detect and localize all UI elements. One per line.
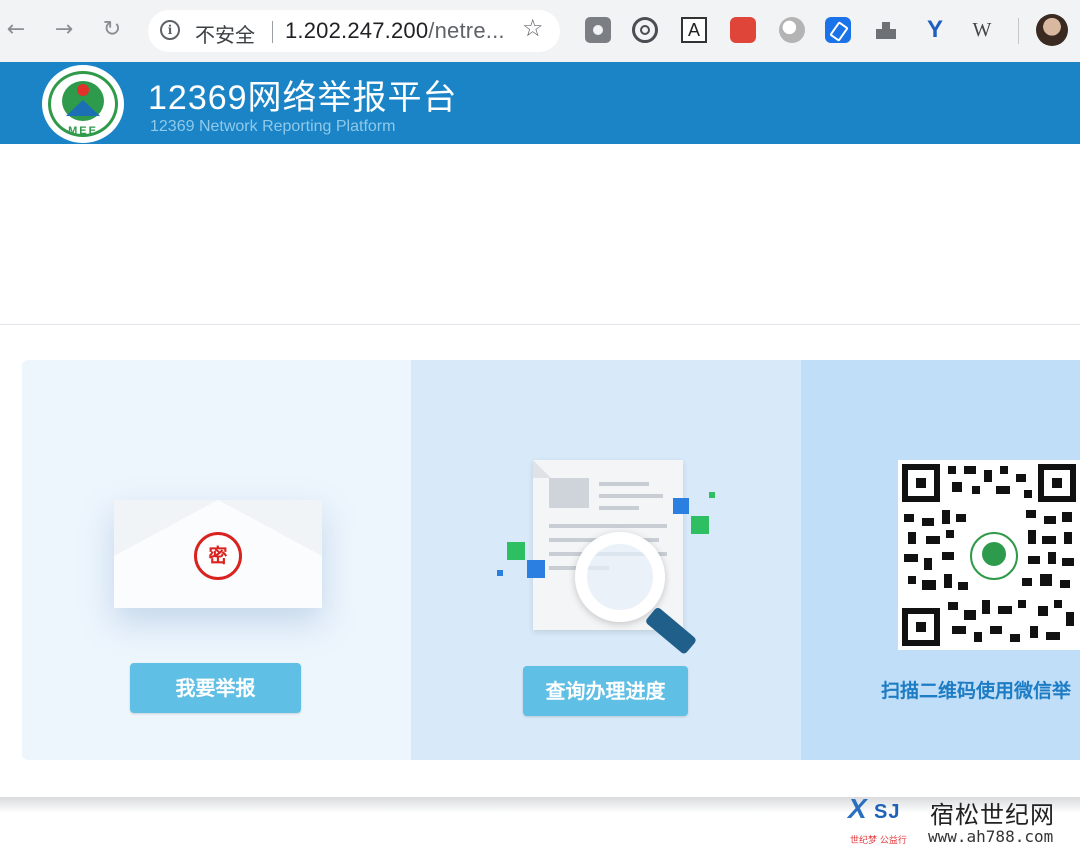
envelope-icon: 密	[114, 500, 322, 608]
query-card: 查询办理进度	[411, 360, 801, 760]
pixel-square-icon	[507, 542, 525, 560]
document-fold	[533, 460, 551, 478]
content-divider	[0, 324, 1080, 325]
logo-mountain-icon	[66, 100, 100, 116]
report-button[interactable]: 我要举报	[130, 663, 301, 713]
qr-logo-icon	[970, 532, 1018, 580]
translate-icon[interactable]: A	[681, 17, 707, 43]
document-line	[599, 506, 639, 510]
address-bar[interactable]: i 不安全 1.202.247.200/netre... ☆	[148, 10, 560, 52]
toolbar-divider	[1018, 18, 1019, 44]
watermark-url: www.ah788.com	[928, 827, 1054, 846]
url-text[interactable]: 1.202.247.200/netre...	[285, 18, 505, 44]
query-progress-button[interactable]: 查询办理进度	[523, 666, 688, 716]
document-line	[599, 494, 663, 498]
site-header: MEE 12369网络举报平台 12369 Network Reporting …	[0, 62, 1080, 144]
watermark-logo-x: X	[848, 793, 867, 824]
document-line	[549, 524, 667, 528]
browser-toolbar: ← → ↻ i 不安全 1.202.247.200/netre... ☆ A Y…	[0, 0, 1080, 63]
qr-finder	[902, 608, 940, 646]
pixel-square-icon	[497, 570, 503, 576]
wechat-scan-text: 扫描二维码使用微信举	[881, 680, 1072, 702]
qr-finder	[1038, 464, 1076, 502]
camera-icon[interactable]	[585, 17, 611, 43]
y-extension-icon[interactable]: Y	[922, 17, 948, 43]
watermark-title: 宿松世纪网	[930, 801, 1055, 829]
secret-seal-icon: 密	[194, 532, 242, 580]
back-icon[interactable]: ←	[0, 14, 32, 46]
pixel-square-icon	[691, 516, 709, 534]
w-extension-icon[interactable]: W	[969, 17, 995, 43]
mee-logo[interactable]: MEE	[42, 65, 124, 143]
document-line	[599, 482, 649, 486]
qr-finder	[902, 464, 940, 502]
tray-icon[interactable]	[873, 17, 899, 43]
pixel-square-icon	[527, 560, 545, 578]
star-icon[interactable]: ☆	[522, 14, 544, 42]
watermark-logo: X SJ	[848, 790, 920, 832]
spiral-icon[interactable]	[632, 17, 658, 43]
image-placeholder-icon	[549, 478, 589, 508]
watermark-slogan: 世纪梦 公益行	[850, 836, 907, 846]
blue-pen-icon[interactable]	[825, 17, 851, 43]
logo-text: MEE	[68, 125, 98, 137]
site-subtitle: 12369 Network Reporting Platform	[150, 118, 396, 135]
address-separator	[272, 21, 273, 43]
info-icon[interactable]: i	[160, 20, 180, 40]
security-label: 不安全	[195, 23, 255, 47]
site-title: 12369网络举报平台	[148, 79, 458, 117]
reload-icon[interactable]: ↻	[96, 14, 128, 46]
grey-circle-icon[interactable]	[779, 17, 805, 43]
wechat-card: 扫描二维码使用微信举	[801, 360, 1080, 760]
logo-sun-icon	[77, 84, 89, 96]
pixel-square-icon	[709, 492, 715, 498]
pixel-square-icon	[673, 498, 689, 514]
avatar[interactable]	[1036, 14, 1068, 46]
red-extension-icon[interactable]	[730, 17, 756, 43]
magnifier-icon	[575, 532, 665, 622]
watermark-logo-sj: SJ	[874, 801, 901, 823]
forward-icon[interactable]: →	[48, 14, 80, 46]
qr-code	[898, 460, 1080, 650]
report-card: 密 我要举报	[22, 360, 411, 760]
